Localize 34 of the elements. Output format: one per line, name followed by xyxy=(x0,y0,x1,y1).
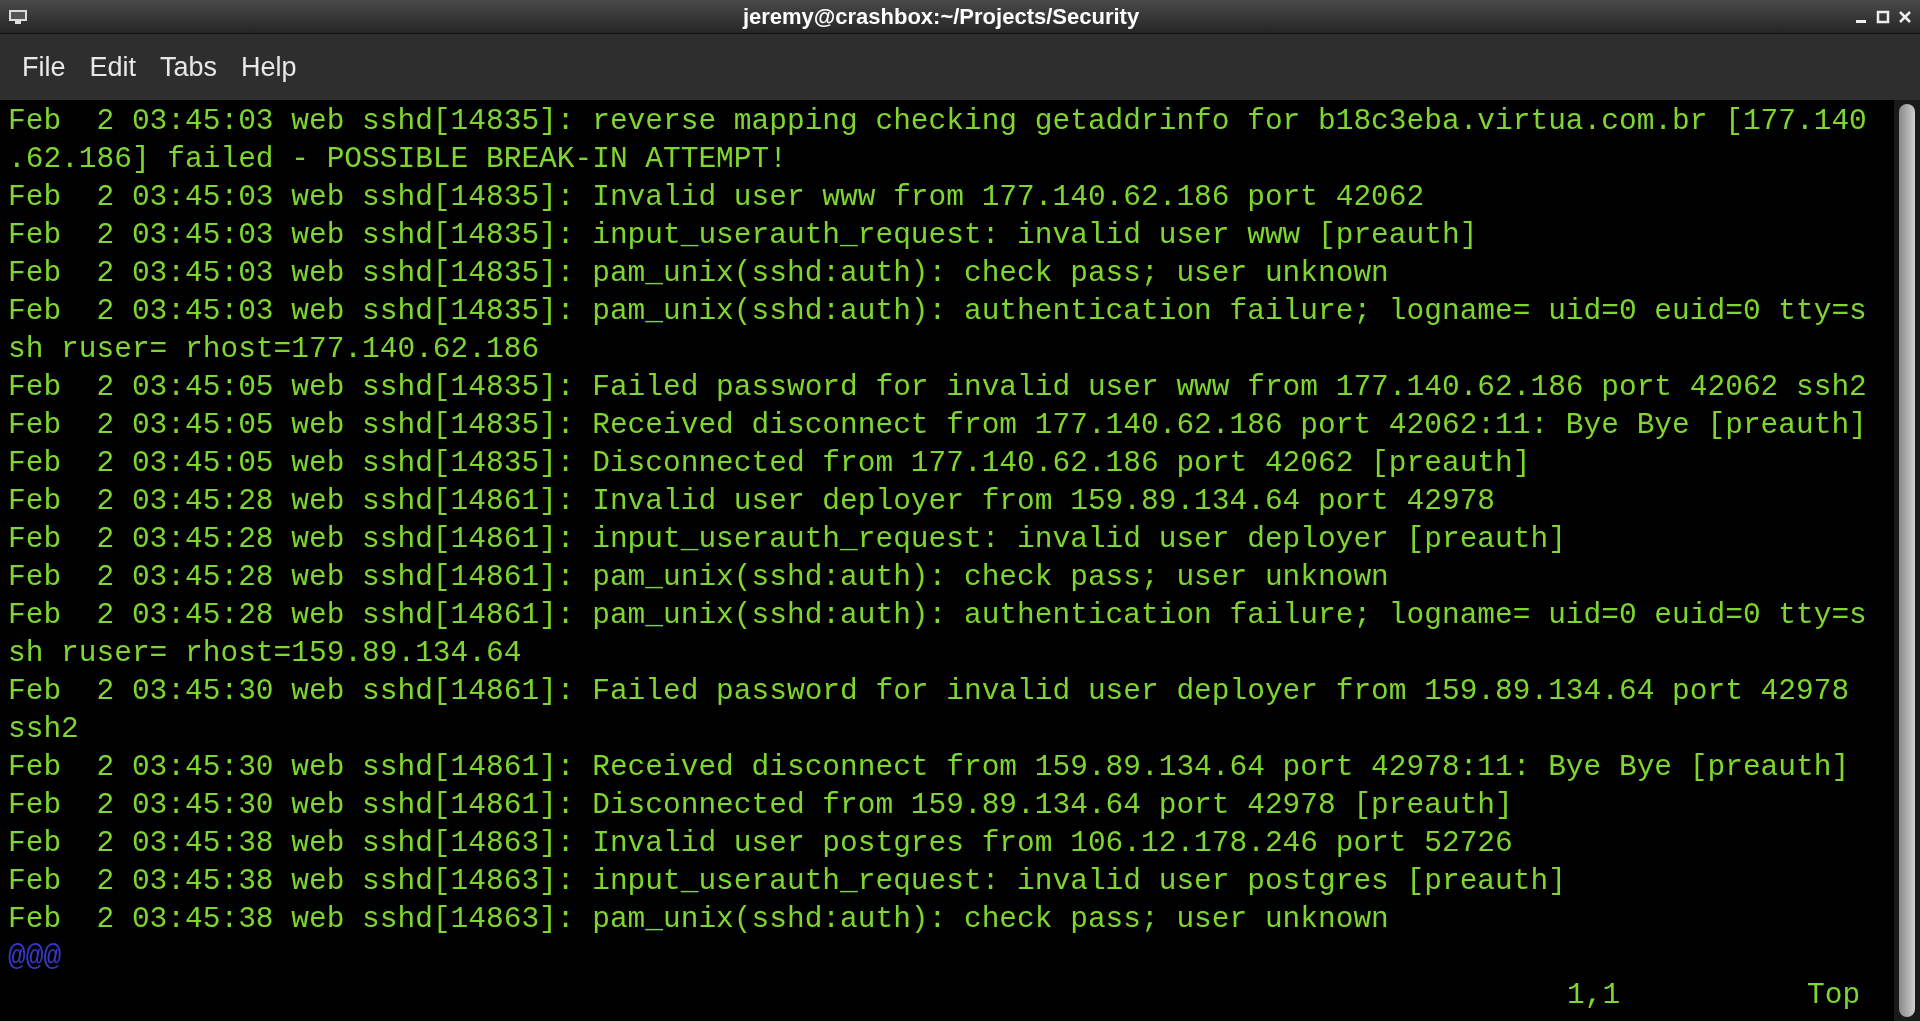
scrollbar-thumb[interactable] xyxy=(1899,104,1915,1017)
menu-item[interactable]: Edit xyxy=(79,42,147,92)
log-line: Feb 2 03:45:03 web sshd[14835]: pam_unix(sshd:auth): check pass; user unknown xyxy=(8,255,1389,292)
log-line: Feb 2 03:45:03 web sshd[14835]: reverse mapping checking getaddrinfo for b18c3eba.virtua.com.br [177.140 xyxy=(8,103,1867,140)
log-line: Feb 2 03:45:03 web sshd[14835]: pam_unix(sshd:auth): authentication failure; logname= uid=0 euid=0 tty=s xyxy=(8,293,1867,330)
log-line: Feb 2 03:45:30 web sshd[14861]: Received disconnect from 159.89.134.64 port 42978:11: Bye Bye [preauth] xyxy=(8,749,1850,786)
log-line: Feb 2 03:45:38 web sshd[14863]: pam_unix(sshd:auth): check pass; user unknown xyxy=(8,901,1389,938)
maximize-icon[interactable] xyxy=(1876,9,1890,24)
menu-item[interactable]: File xyxy=(12,42,76,92)
log-line: Feb 2 03:45:03 web sshd[14835]: Invalid user www from 177.140.62.186 port 42062 xyxy=(8,179,1425,216)
monitor-icon xyxy=(8,8,28,25)
menu-item[interactable]: Help xyxy=(231,42,307,92)
close-icon[interactable] xyxy=(1898,9,1912,24)
log-line: Feb 2 03:45:05 web sshd[14835]: Received disconnect from 177.140.62.186 port 42062:11: Bye Bye [preauth] xyxy=(8,407,1867,444)
log-line: sh ruser= rhost=177.140.62.186 xyxy=(8,331,540,368)
log-line: Feb 2 03:45:30 web sshd[14861]: Failed password for invalid user deployer from 159.89.134.64 port 42978 xyxy=(8,673,1850,710)
log-line: Feb 2 03:45:30 web sshd[14861]: Disconnected from 159.89.134.64 port 42978 [preauth] xyxy=(8,787,1513,824)
log-line: Feb 2 03:45:28 web sshd[14861]: pam_unix(sshd:auth): authentication failure; logname= uid=0 euid=0 tty=s xyxy=(8,597,1867,634)
scroll-position: Top xyxy=(1807,977,1861,1014)
log-line: Feb 2 03:45:38 web sshd[14863]: Invalid user postgres from 106.12.178.246 port 52726 xyxy=(8,825,1513,862)
menu-item[interactable]: Tabs xyxy=(150,42,228,92)
log-line: Feb 2 03:45:28 web sshd[14861]: input_userauth_request: invalid user deployer [preauth] xyxy=(8,521,1566,558)
log-line: Feb 2 03:45:38 web sshd[14863]: input_userauth_request: invalid user postgres [preauth] xyxy=(8,863,1566,900)
log-line: .62.186] failed - POSSIBLE BREAK-IN ATTEMPT! xyxy=(8,141,787,178)
truncation-marker: @@@ xyxy=(8,939,62,976)
log-line: Feb 2 03:45:05 web sshd[14835]: Disconnected from 177.140.62.186 port 42062 [preauth] xyxy=(8,445,1531,482)
log-line: ssh2 xyxy=(8,711,79,748)
log-line: sh ruser= rhost=159.89.134.64 xyxy=(8,635,522,672)
log-line: Feb 2 03:45:28 web sshd[14861]: pam_unix(sshd:auth): check pass; user unknown xyxy=(8,559,1389,596)
window-title: jeremy@crashbox:~/Projects/Security xyxy=(742,3,1140,31)
log-line: Feb 2 03:45:28 web sshd[14861]: Invalid user deployer from 159.89.134.64 port 42978 xyxy=(8,483,1496,520)
cursor-position: 1,1 xyxy=(1567,977,1622,1014)
log-line: Feb 2 03:45:05 web sshd[14835]: Failed password for invalid user www from 177.140.62.186 port 42062 ssh2 xyxy=(8,369,1867,406)
log-line: Feb 2 03:45:03 web sshd[14835]: input_userauth_request: invalid user www [preauth] xyxy=(8,217,1478,254)
